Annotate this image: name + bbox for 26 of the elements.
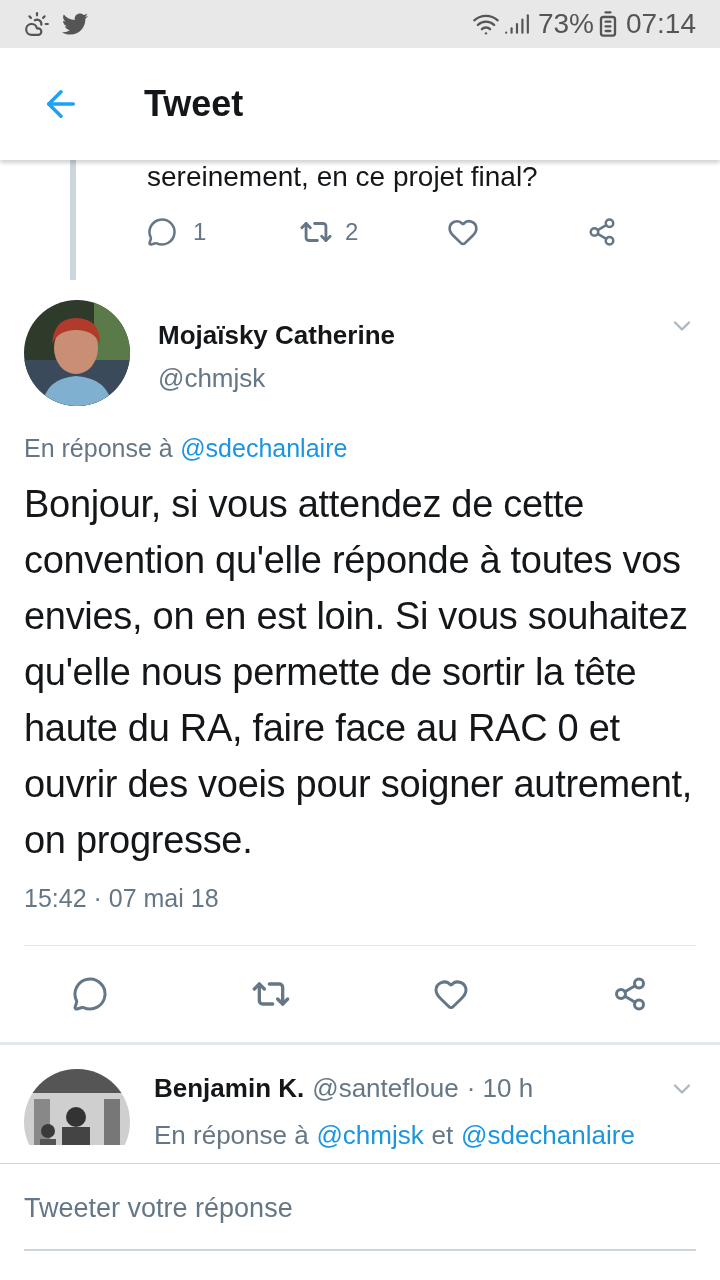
battery-percent: 73% — [537, 7, 594, 41]
author-handle: @santefloue — [312, 1072, 459, 1105]
bird-icon — [62, 11, 88, 37]
weather-icon — [24, 11, 50, 37]
timestamp: 15:42 · 07 mai 18 — [24, 882, 220, 914]
reply-button[interactable]: 1 — [147, 214, 299, 250]
mention-link[interactable]: @sdechanlaire — [180, 430, 348, 468]
tweet-age: · 10 h — [466, 1072, 534, 1105]
tweet-body: Bonjour, si vous attendez de cette convention qu'elle réponde à toutes vos envies, on en est loin. Si vous souhaitez qu'elle nous permette de sortir la tête haute du RA, faire face au RAC 0 et ouvrir des voeis pour soigner autrement, on progresse. — [24, 481, 694, 863]
header-title: Tweet — [144, 82, 244, 126]
reply-input-field[interactable]: Tweeter votre réponse — [24, 1188, 696, 1251]
author-name: Benjamin K. — [154, 1072, 305, 1105]
tweet-text: sereinement, en ce projet final? — [147, 160, 539, 194]
mention-link[interactable]: @chmjsk — [316, 1116, 424, 1155]
reply-button[interactable] — [72, 976, 108, 1012]
retweet-button[interactable]: 2 — [299, 214, 447, 250]
mention-link[interactable]: @sdechanlaire — [461, 1116, 635, 1155]
speech-bubble-icon — [147, 217, 177, 247]
reply-context: En réponse à — [24, 433, 173, 464]
signal-icon — [503, 11, 530, 37]
reply-context: et — [431, 1119, 454, 1152]
clock: 07:14 — [625, 7, 696, 41]
author-name: Mojaïsky Catherine — [158, 319, 396, 352]
share-button[interactable] — [587, 217, 617, 247]
reply-context: En réponse à — [154, 1119, 309, 1152]
author-handle: @chmjsk — [158, 362, 267, 395]
